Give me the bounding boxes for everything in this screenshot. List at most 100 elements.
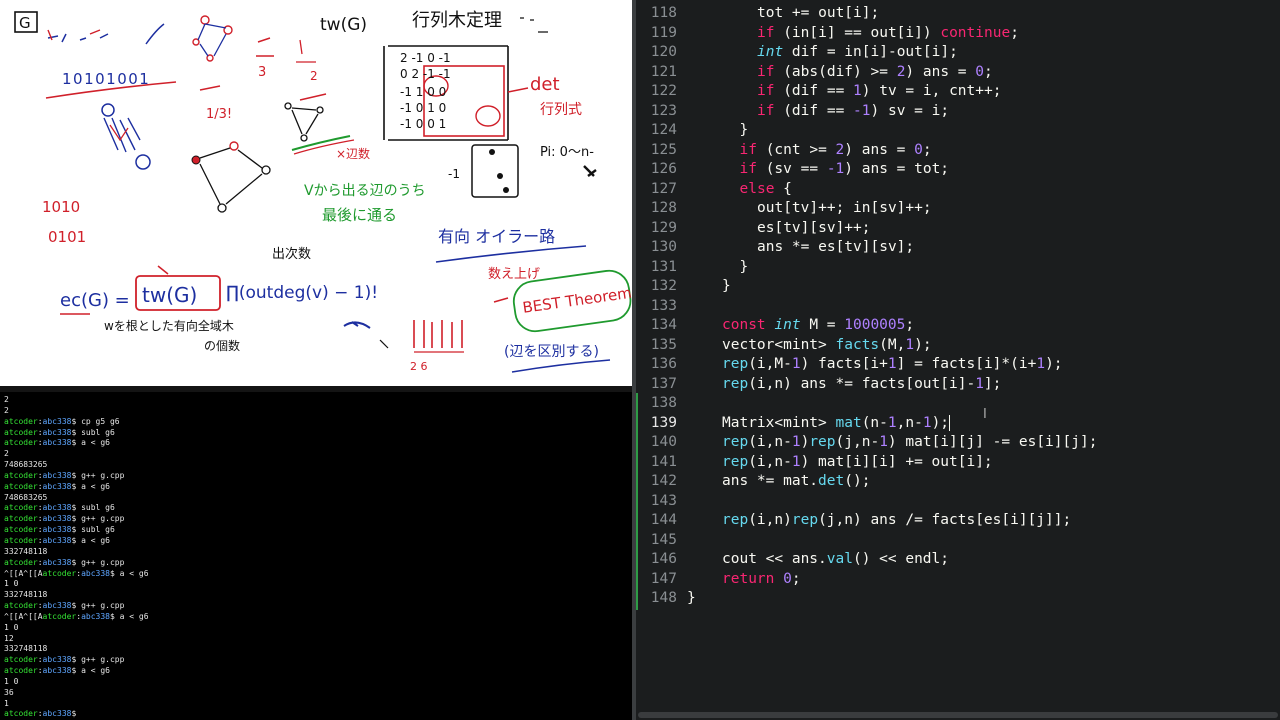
code-token: ) tv = i, cnt++; bbox=[861, 83, 1002, 99]
code-line[interactable]: ans *= es[tv][sv]; bbox=[687, 238, 1277, 258]
code-line[interactable] bbox=[687, 492, 1277, 512]
code-line[interactable]: return 0; bbox=[687, 570, 1277, 590]
formula-ec: ec(G) = bbox=[60, 290, 130, 311]
line-number: 143 bbox=[650, 492, 677, 509]
code-token: 1 bbox=[853, 83, 862, 99]
svg-text:3: 3 bbox=[258, 65, 266, 80]
code-token: (i,n- bbox=[748, 434, 792, 450]
code-line[interactable] bbox=[687, 394, 1277, 414]
code-token: 1 bbox=[887, 356, 897, 372]
line-number: 119 bbox=[650, 24, 677, 41]
terminal-pane[interactable]: 2 2 atcoder:abc338$ cp g5 g6 atcoder:abc338… bbox=[0, 392, 632, 720]
prompt-command: g++ g.cpp bbox=[81, 655, 125, 665]
svg-text:-1: -1 bbox=[448, 167, 460, 181]
code-line[interactable]: } bbox=[687, 121, 1277, 141]
prompt-directory: abc338 bbox=[42, 438, 72, 448]
code-line[interactable]: const int M = 1000005; bbox=[687, 316, 1277, 336]
code-token: (dif == bbox=[774, 102, 854, 119]
code-editor[interactable]: 118 119 120 121 122 123 124 125 126 127 128 129 130 1… bbox=[636, 0, 1280, 720]
code-line[interactable]: rep(i,M-1) facts[i+1] = facts[i]*(i+1); bbox=[687, 355, 1277, 375]
prompt-directory: abc338 bbox=[42, 666, 72, 676]
code-token: 2 bbox=[835, 141, 845, 158]
line-number: 138 bbox=[650, 395, 677, 411]
code-line[interactable]: tot += out[i]; bbox=[687, 4, 1277, 24]
code-line[interactable]: if (in[i] == out[i]) continue; bbox=[687, 24, 1277, 44]
code-token: facts bbox=[835, 336, 880, 353]
terminal-line: atcoder:abc338$ a < g6 bbox=[4, 666, 110, 676]
prompt-user: atcoder bbox=[4, 525, 38, 535]
prompt-command: a < g6 bbox=[81, 438, 110, 448]
code-line[interactable]: ans *= mat.det(); bbox=[687, 472, 1277, 492]
terminal-line: atcoder:abc338$ g++ g.cpp bbox=[4, 601, 125, 611]
code-line[interactable] bbox=[687, 297, 1277, 317]
terminal-line: 748683265 bbox=[4, 492, 48, 502]
code-line[interactable]: else { bbox=[687, 180, 1277, 200]
code-line[interactable]: vector<mint> facts(M,1); bbox=[687, 336, 1277, 356]
code-token: (M, bbox=[879, 336, 906, 353]
code-token: mat bbox=[835, 414, 862, 431]
code-token: rep bbox=[722, 356, 749, 372]
code-token: ] = facts[i]*(i+ bbox=[896, 356, 1037, 372]
code-line[interactable]: rep(i,n-1)rep(j,n-1) mat[i][j] -= es[i][… bbox=[687, 433, 1277, 453]
line-number: 128 bbox=[650, 200, 677, 216]
terminal-line: 332748118 bbox=[4, 590, 48, 600]
prompt-command: a < g6 bbox=[119, 568, 149, 578]
code-line[interactable]: if (dif == -1) sv = i; bbox=[687, 102, 1277, 122]
code-line[interactable]: rep(i,n)rep(j,n) ans /= facts[es[i][j]]; bbox=[687, 511, 1277, 531]
code-line[interactable]: } bbox=[687, 277, 1277, 297]
code-token: (i,M- bbox=[748, 356, 792, 372]
code-line[interactable]: } bbox=[687, 589, 1277, 609]
root-note-1: wを根とした有向全域木 bbox=[104, 318, 234, 333]
code-line[interactable]: if (abs(dif) >= 2) ans = 0; bbox=[687, 63, 1277, 83]
code-token: rep bbox=[791, 512, 819, 528]
line-number: 141 bbox=[650, 453, 677, 470]
line-number: 147 bbox=[650, 570, 677, 587]
line-number: 139 bbox=[650, 414, 677, 431]
prompt-command: a < g6 bbox=[81, 666, 110, 676]
prompt-user: atcoder bbox=[4, 481, 38, 491]
code-token: } bbox=[722, 278, 731, 294]
code-line[interactable]: out[tv]++; in[sv]++; bbox=[687, 199, 1277, 219]
factorial-fraction: 1/3! bbox=[206, 107, 232, 122]
code-token: det bbox=[818, 473, 845, 489]
code-token: int bbox=[757, 44, 784, 60]
svg-text:0 2 -1 -1: 0 2 -1 -1 bbox=[400, 67, 451, 81]
prompt-directory: abc338 bbox=[81, 611, 110, 621]
terminal-line: 1 0 bbox=[4, 579, 19, 589]
code-area[interactable]: tot += out[i]; if (in[i] == out[i]) conti… bbox=[687, 4, 1277, 609]
terminal-line: 748683265 bbox=[4, 460, 48, 470]
horizontal-scrollbar[interactable] bbox=[638, 712, 1278, 718]
code-line[interactable]: rep(i,n) ans *= facts[out[i]-1]; bbox=[687, 375, 1277, 395]
prompt-directory: abc338 bbox=[42, 503, 72, 513]
terminal-line: ^[[A^[[Aatcoder:abc338$ a < g6 bbox=[4, 568, 149, 578]
code-line[interactable] bbox=[687, 531, 1277, 551]
code-line[interactable]: es[tv][sv]++; bbox=[687, 219, 1277, 239]
code-line[interactable]: if (sv == -1) ans = tot; bbox=[687, 160, 1277, 180]
code-line[interactable]: cout << ans.val() << endl; bbox=[687, 550, 1277, 570]
code-line[interactable]: Matrix<mint> mat(n-1,n-1); bbox=[687, 414, 1277, 434]
code-line[interactable]: } bbox=[687, 258, 1277, 278]
code-token: rep bbox=[722, 453, 749, 470]
code-token: ,n- bbox=[896, 414, 923, 431]
prompt-directory: abc338 bbox=[42, 427, 72, 437]
formula-tw: tw(G) bbox=[142, 283, 197, 307]
line-number: 140 bbox=[650, 434, 677, 450]
code-token: return bbox=[722, 570, 775, 587]
code-line[interactable]: int dif = in[i]-out[i]; bbox=[687, 43, 1277, 63]
terminal-line: 332748118 bbox=[4, 546, 48, 556]
prompt-directory: abc338 bbox=[81, 568, 110, 578]
code-line[interactable]: if (dif == 1) tv = i, cnt++; bbox=[687, 82, 1277, 102]
binary-left-2: 0101 bbox=[48, 228, 86, 246]
code-token: (i,n) ans *= facts[out[i]- bbox=[748, 375, 976, 392]
prompt-user: atcoder bbox=[4, 666, 38, 676]
code-line[interactable]: rep(i,n-1) mat[i][i] += out[i]; bbox=[687, 453, 1277, 473]
prompt-directory: abc338 bbox=[42, 514, 72, 524]
det-subtitle: 行列式 bbox=[540, 102, 582, 118]
terminal-escape-prefix: ^[[A^[[A bbox=[4, 611, 43, 621]
code-token: (); bbox=[844, 473, 871, 489]
whiteboard-canvas[interactable]: G 10101001 3 2 1/3! tw(G) 行列木定理 2 -1 0 -… bbox=[0, 0, 632, 386]
terminal-line: 1 0 bbox=[4, 622, 19, 632]
code-line[interactable]: if (cnt >= 2) ans = 0; bbox=[687, 141, 1277, 161]
code-token: 1 bbox=[791, 453, 801, 470]
